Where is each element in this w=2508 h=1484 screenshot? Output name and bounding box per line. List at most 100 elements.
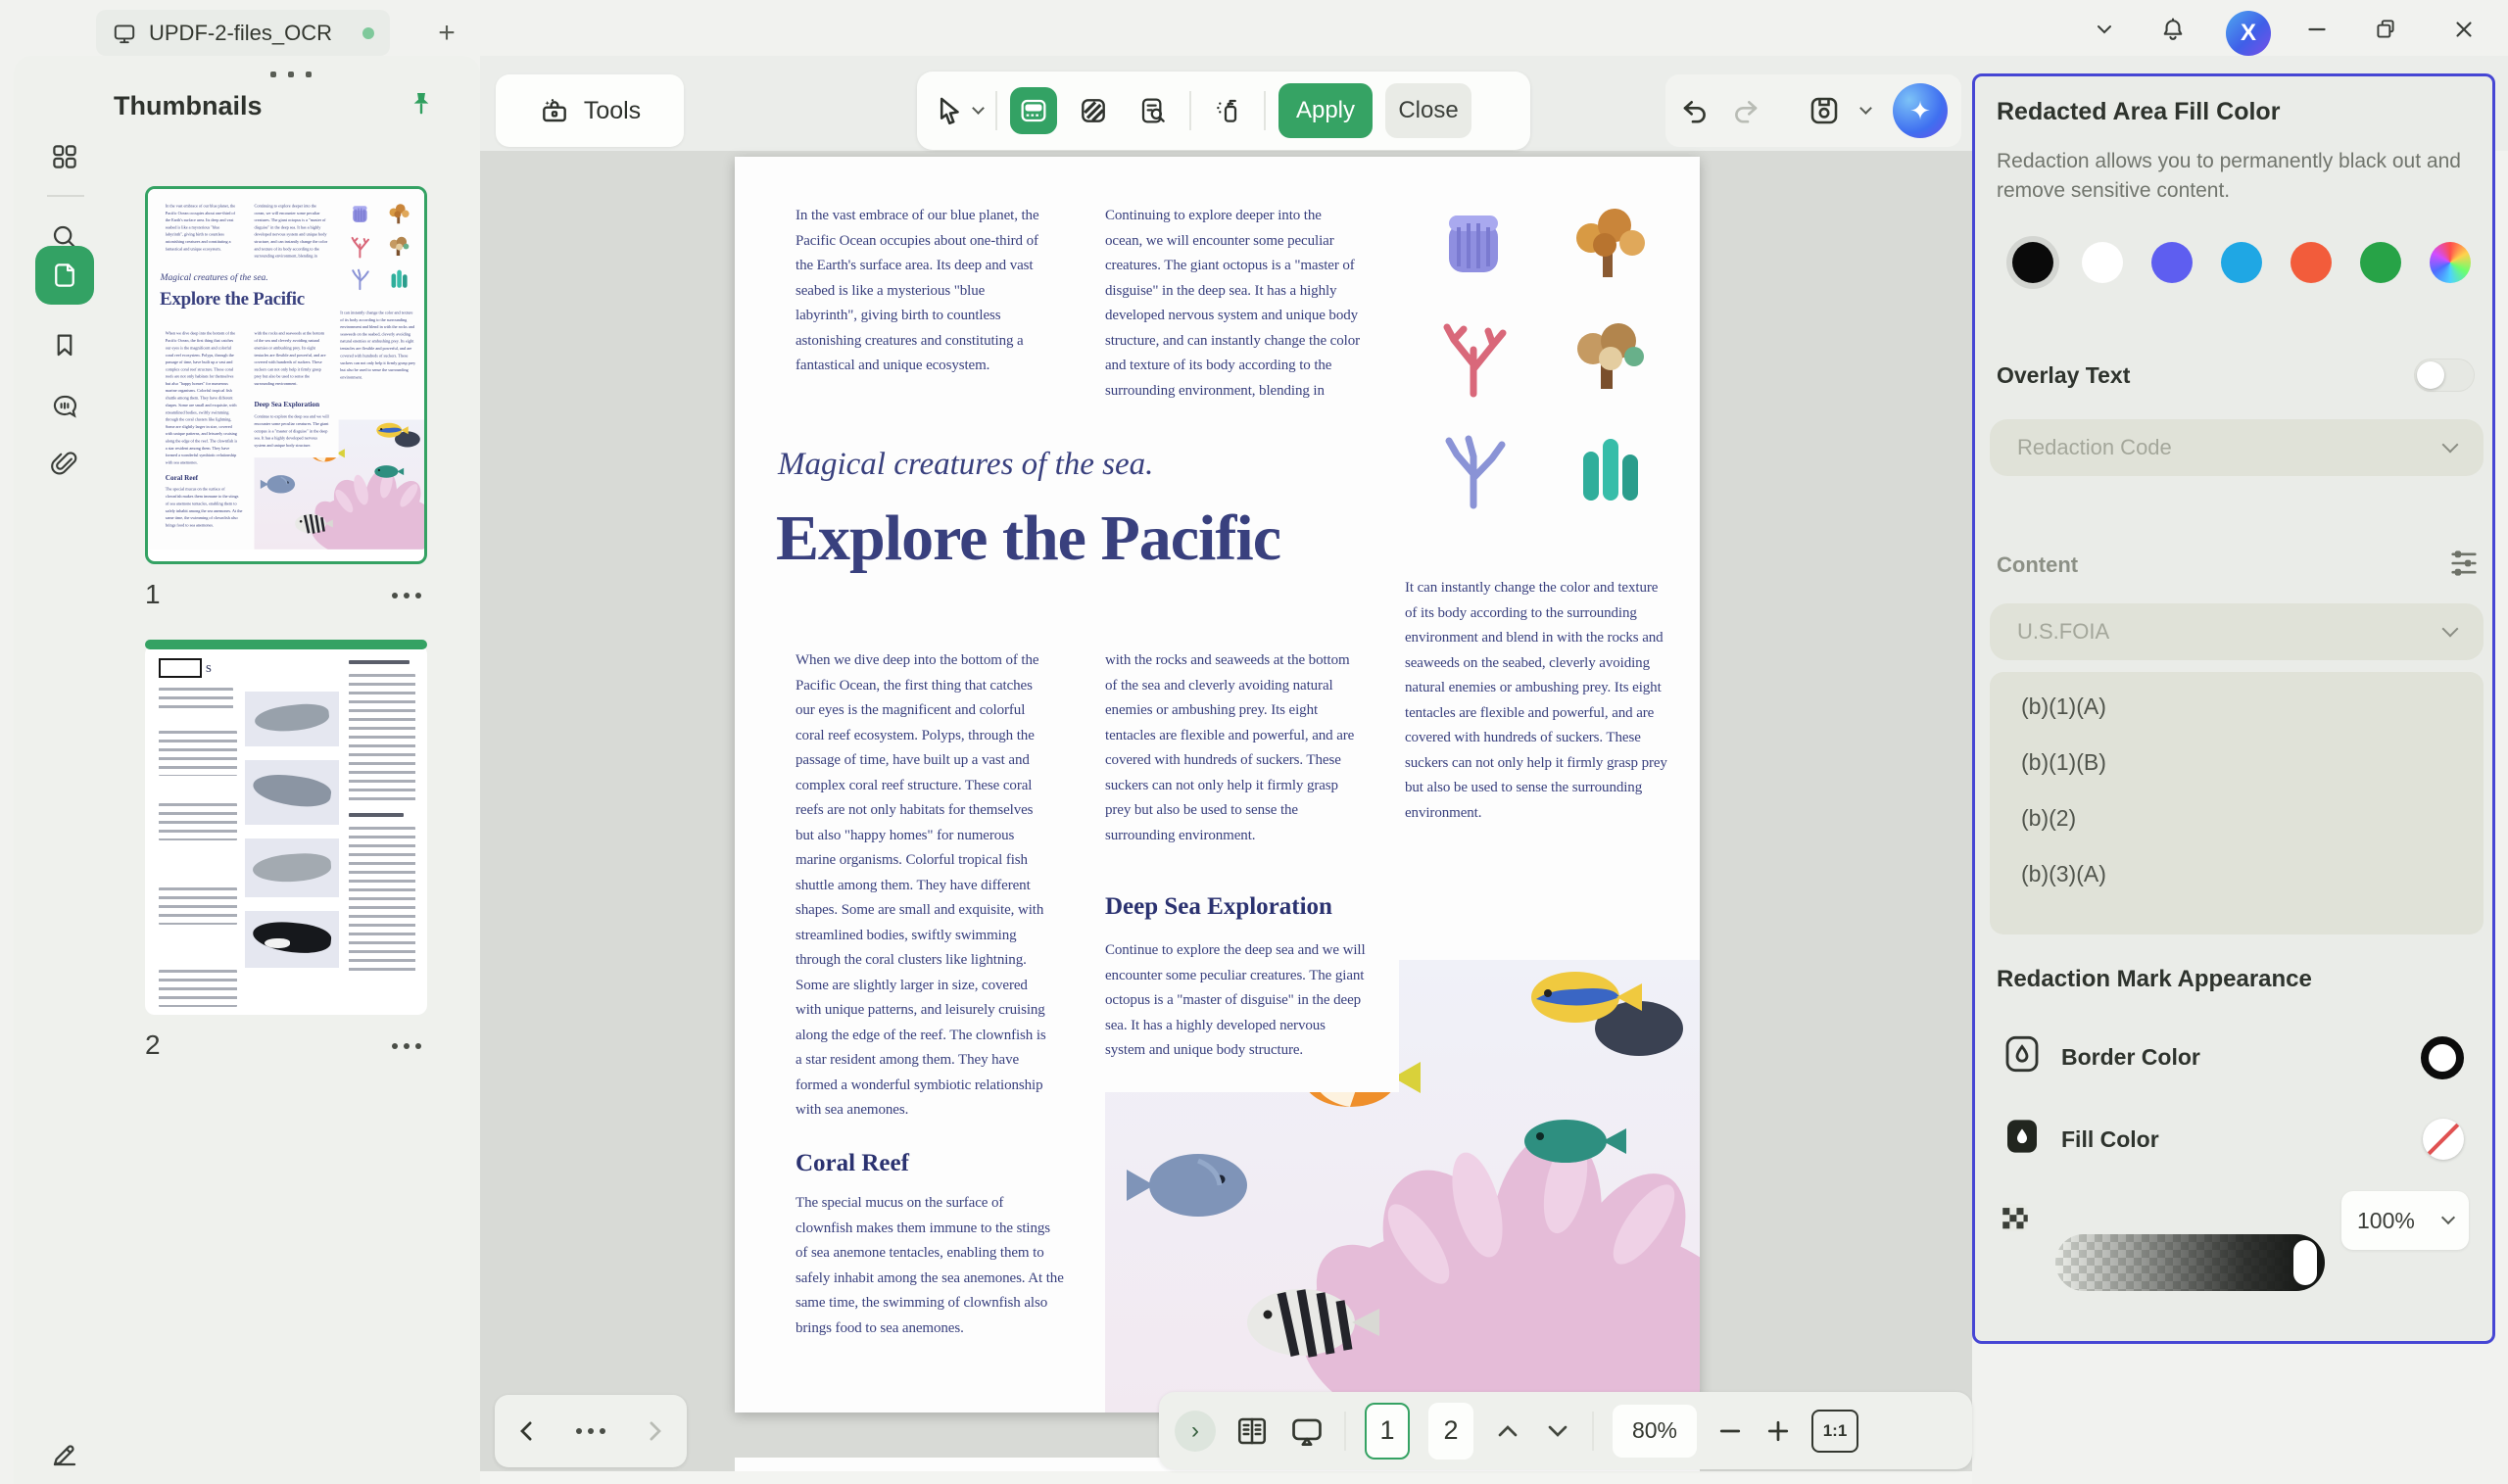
mini-deep-sea-heading: Deep Sea Exploration	[254, 401, 319, 408]
swatch-orange-red[interactable]	[2291, 242, 2332, 283]
bar-divider	[1344, 1412, 1346, 1451]
actual-size-button[interactable]: 1:1	[1811, 1410, 1858, 1453]
border-color-icon	[2002, 1032, 2042, 1076]
thumbnail-1-more-button[interactable]	[392, 593, 421, 598]
pin-icon[interactable]	[406, 89, 437, 120]
swatch-rainbow[interactable]	[2430, 242, 2471, 283]
close-button[interactable]: Close	[1385, 83, 1471, 138]
heading-line-placeholder	[349, 813, 404, 817]
page-1-button[interactable]: 1	[1365, 1403, 1410, 1460]
code-item-b3a[interactable]: (b)(3)(A)	[2021, 861, 2106, 887]
select-tool-chevron-icon[interactable]	[972, 102, 985, 115]
text-lines-placeholder	[159, 803, 237, 840]
two-page-view-icon[interactable]	[1234, 1413, 1270, 1449]
presentation-mode-icon[interactable]	[1288, 1412, 1326, 1450]
thumbnail-page-1[interactable]: In the vast embrace of our blue planet, …	[145, 186, 427, 564]
whale-image-1	[245, 692, 339, 746]
heading-line-placeholder	[349, 660, 410, 664]
thumbnail-page-2[interactable]: s	[145, 645, 427, 1015]
code-item-b1a[interactable]: (b)(1)(A)	[2021, 694, 2106, 720]
apply-button[interactable]: Apply	[1278, 83, 1373, 138]
code-item-b1b[interactable]: (b)(1)(B)	[2021, 749, 2106, 776]
undo-icon[interactable]	[1679, 95, 1711, 126]
rail-divider	[47, 195, 84, 197]
border-color-value-swatch[interactable]	[2421, 1036, 2464, 1079]
updf-app-window: UPDF-2-files_OCR + X	[0, 0, 2508, 1484]
swatch-sky-blue[interactable]	[2221, 242, 2262, 283]
swatch-indigo[interactable]	[2151, 242, 2193, 283]
swatch-white[interactable]	[2082, 242, 2123, 283]
notifications-bell-icon[interactable]	[2155, 12, 2191, 47]
mini-col2-intro: Continuing to explore deeper into the oc…	[254, 203, 327, 261]
window-menu-chevron[interactable]	[2087, 12, 2122, 47]
toolbox-icon	[539, 95, 570, 126]
deep-sea-heading: Deep Sea Exploration	[1105, 893, 1332, 921]
close-window-button[interactable]	[2446, 12, 2482, 47]
coral-reef-heading: Coral Reef	[796, 1150, 909, 1177]
page-thumbnails-tab[interactable]	[35, 246, 94, 305]
pdf-page-1[interactable]: In the vast embrace of our blue planet, …	[735, 157, 1700, 1412]
overlay-text-toggle[interactable]	[2414, 359, 2475, 392]
filter-sliders-icon[interactable]	[2447, 547, 2481, 580]
fill-color-none-swatch[interactable]	[2423, 1119, 2464, 1160]
code-item-b2[interactable]: (b)(2)	[2021, 805, 2076, 832]
bookmark-icon[interactable]	[35, 315, 94, 374]
select-tool-button[interactable]	[933, 94, 983, 127]
signature-pen-icon[interactable]	[35, 1425, 94, 1484]
zoom-out-icon[interactable]	[1715, 1416, 1745, 1446]
zoom-level-box[interactable]: 80%	[1613, 1405, 1697, 1458]
document-tab[interactable]: UPDF-2-files_OCR	[96, 10, 390, 56]
tools-button[interactable]: Tools	[496, 74, 684, 147]
redaction-code-placeholder: Redaction Code	[2017, 435, 2172, 460]
previous-page-chevron-icon[interactable]	[1492, 1415, 1523, 1447]
grid-menu-icon[interactable]	[35, 127, 94, 186]
user-avatar[interactable]: X	[2226, 11, 2271, 56]
mini-col2-body: with the rocks and seaweeds at the botto…	[254, 330, 328, 388]
search-redact-tool[interactable]	[1130, 87, 1177, 134]
mini-coral-grid	[342, 199, 416, 292]
thumbnail-2-selection-bar	[145, 640, 427, 649]
redact-area-tool[interactable]	[1070, 87, 1117, 134]
mini-coral-reef-heading: Coral Reef	[166, 474, 198, 482]
thumbnail-2-more-button[interactable]	[392, 1043, 421, 1049]
redaction-code-dropdown[interactable]: Redaction Code	[1990, 419, 2484, 476]
minimize-button[interactable]	[2299, 12, 2335, 47]
swatch-green[interactable]	[2360, 242, 2401, 283]
border-color-label: Border Color	[2061, 1044, 2200, 1071]
back-chevron-icon[interactable]	[512, 1416, 542, 1446]
coral-image-teal-fingers	[1545, 413, 1669, 515]
opacity-slider-handle[interactable]	[2293, 1240, 2317, 1285]
redo-icon	[1730, 95, 1761, 126]
redact-text-tool-active[interactable]	[1010, 87, 1057, 134]
thumb2-title-fragment: s	[206, 660, 212, 677]
chevron-down-icon	[2442, 437, 2459, 454]
comments-icon[interactable]	[35, 377, 94, 436]
attachment-paperclip-icon[interactable]	[35, 434, 94, 493]
save-options-chevron-icon[interactable]	[1859, 102, 1872, 115]
panel-drag-handle[interactable]	[270, 72, 329, 77]
history-more-button[interactable]	[576, 1428, 605, 1434]
coral-image-orange-tree	[1545, 190, 1669, 292]
thumbnail-2-number: 2	[145, 1029, 161, 1061]
page-2-button[interactable]: 2	[1428, 1403, 1473, 1460]
content-source-dropdown[interactable]: U.S.FOIA	[1990, 603, 2484, 660]
next-page-chevron-icon[interactable]	[1542, 1415, 1573, 1447]
restore-button[interactable]	[2368, 12, 2403, 47]
new-tab-button[interactable]: +	[429, 16, 464, 51]
save-icon[interactable]	[1807, 93, 1842, 128]
zoom-in-icon[interactable]	[1763, 1416, 1793, 1446]
doc-title: Explore the Pacific	[776, 502, 1280, 576]
swatch-black[interactable]	[2012, 242, 2053, 283]
coral-image-red-branch	[1411, 302, 1535, 404]
sanitize-tool[interactable]	[1204, 87, 1251, 134]
monitor-icon	[112, 21, 137, 46]
toolbar-divider	[1264, 91, 1266, 130]
thumbnail-page-1-preview: In the vast embrace of our blue planet, …	[148, 189, 425, 550]
opacity-value-dropdown[interactable]: 100%	[2341, 1191, 2469, 1250]
opacity-slider[interactable]	[2055, 1234, 2325, 1291]
col1-intro: In the vast embrace of our blue planet, …	[796, 204, 1048, 379]
expand-bar-button[interactable]: ›	[1175, 1411, 1216, 1452]
ai-assistant-button[interactable]: ✦	[1893, 83, 1948, 138]
panel-title: Redacted Area Fill Color	[1997, 98, 2280, 126]
redaction-toolbar: Apply Close	[917, 72, 1530, 150]
